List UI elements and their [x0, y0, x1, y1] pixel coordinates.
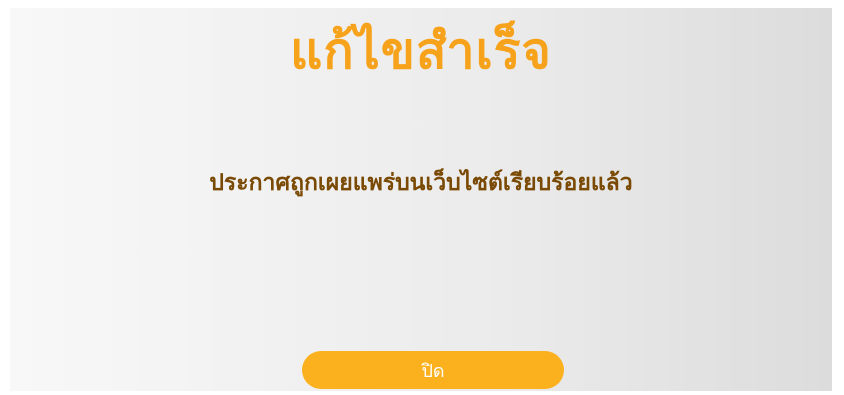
close-button[interactable]: ปิด — [302, 351, 564, 389]
dialog-message: ประกาศถูกเผยแพร่บนเว็บไซต์เรียบร้อยแล้ว — [209, 170, 633, 196]
success-dialog: แก้ไขสำเร็จ ประกาศถูกเผยแพร่บนเว็บไซต์เร… — [10, 8, 832, 391]
dialog-title: แก้ไขสำเร็จ — [290, 22, 552, 80]
